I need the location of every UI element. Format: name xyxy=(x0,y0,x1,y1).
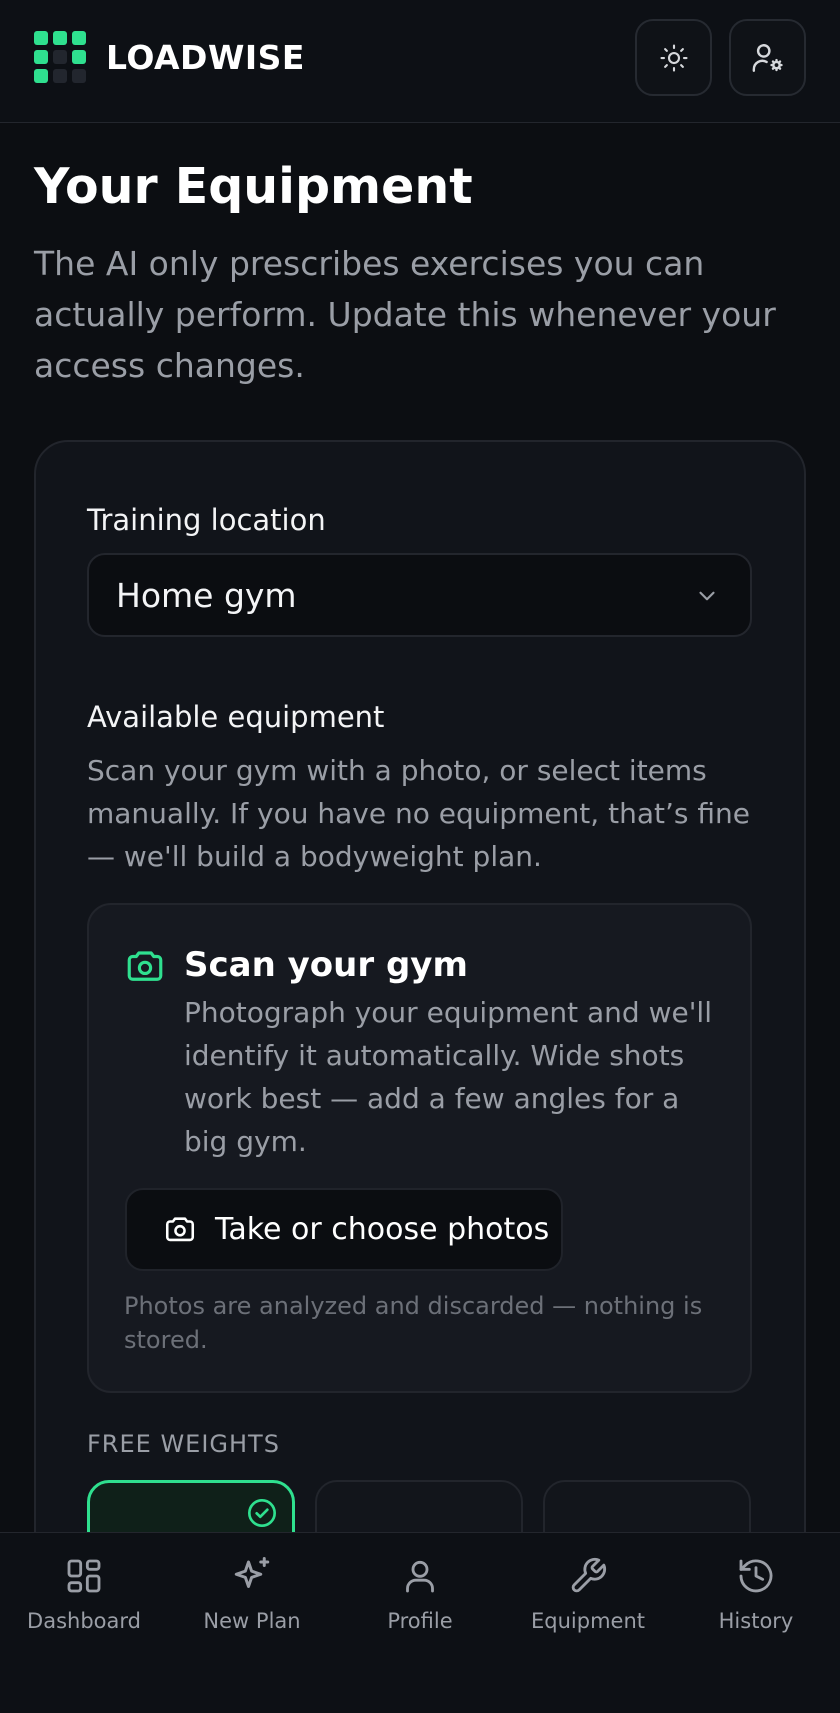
available-equipment-help: Scan your gym with a photo, or select it… xyxy=(87,754,750,873)
dashboard-icon xyxy=(67,1559,101,1593)
bottom-navigation: Dashboard New Plan Profile Equipment His… xyxy=(0,1532,840,1713)
page-description: The AI only prescribes exercises you can… xyxy=(34,244,776,385)
wrench-icon xyxy=(571,1557,607,1593)
check-circle-icon xyxy=(248,1499,276,1527)
nav-item-dashboard[interactable]: Dashboard xyxy=(0,1553,168,1643)
nav-label: Profile xyxy=(387,1609,453,1633)
available-equipment-label: Available equipment xyxy=(87,700,385,734)
nav-label: Dashboard xyxy=(27,1609,141,1633)
app-name: LOADWISE xyxy=(106,37,305,77)
nav-item-history[interactable]: History xyxy=(672,1553,840,1643)
scan-privacy-note: Photos are analyzed and discarded — noth… xyxy=(124,1292,703,1354)
training-location-label: Training location xyxy=(87,503,326,537)
sun-icon xyxy=(659,43,688,72)
scan-gym-title: Scan your gym xyxy=(184,945,468,985)
scan-gym-description: Photograph your equipment and we'll iden… xyxy=(184,996,712,1158)
nav-item-equipment[interactable]: Equipment xyxy=(504,1553,672,1643)
theme-toggle-button[interactable] xyxy=(635,19,712,96)
free-weights-heading: FREE WEIGHTS xyxy=(87,1430,280,1458)
logo-icon xyxy=(34,31,86,83)
take-photos-button[interactable]: Take or choose photos xyxy=(125,1188,563,1271)
nav-item-profile[interactable]: Profile xyxy=(336,1553,504,1643)
page-title: Your Equipment xyxy=(34,158,473,215)
nav-label: History xyxy=(718,1609,794,1633)
nav-label: New Plan xyxy=(203,1609,301,1633)
take-photos-label: Take or choose photos xyxy=(215,1212,550,1247)
camera-icon xyxy=(165,1216,195,1241)
user-icon xyxy=(406,1560,434,1593)
user-settings-icon xyxy=(752,43,783,72)
camera-icon xyxy=(127,951,163,981)
app-logo[interactable]: LOADWISE xyxy=(34,31,305,83)
training-location-value: Home gym xyxy=(116,575,297,615)
account-settings-button[interactable] xyxy=(729,19,806,96)
training-location-select[interactable]: Home gym xyxy=(87,553,752,637)
nav-item-new-plan[interactable]: New Plan xyxy=(168,1553,336,1643)
nav-label: Equipment xyxy=(531,1609,645,1633)
chevron-down-icon xyxy=(699,591,715,601)
history-icon xyxy=(739,1559,773,1593)
app-header: LOADWISE xyxy=(0,0,840,123)
sparkles-icon xyxy=(234,1557,270,1588)
